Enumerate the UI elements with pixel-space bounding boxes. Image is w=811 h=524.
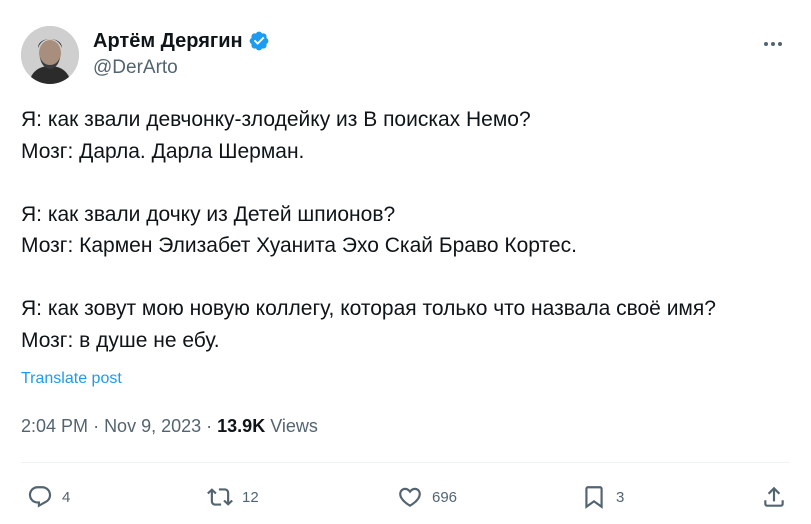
repost-count: 12: [242, 488, 259, 506]
bookmark-button[interactable]: 3: [581, 480, 624, 514]
meta-separator: ·: [206, 416, 218, 436]
meta-separator: ·: [93, 416, 105, 436]
share-button[interactable]: [761, 480, 787, 514]
heart-icon: [399, 487, 421, 507]
avatar[interactable]: [21, 26, 79, 84]
name-row: Артём Дерягин: [93, 29, 270, 53]
tweet-header: Артём Дерягин @DerArto: [21, 26, 270, 84]
reply-icon: [28, 486, 52, 508]
views-label: Views: [270, 416, 318, 436]
like-button[interactable]: 696: [397, 480, 457, 514]
tweet-text: Я: как звали девчонку-злодейку из В поис…: [21, 104, 791, 356]
tweet-meta: 2:04 PM · Nov 9, 2023 · 13.9K Views: [21, 416, 318, 437]
action-bar: 4 12 696 3: [21, 480, 790, 514]
verified-badge-icon[interactable]: [248, 30, 270, 52]
tweet-line: Я: как звали дочку из Детей шпионов?: [21, 202, 396, 226]
author-handle[interactable]: @DerArto: [93, 55, 270, 81]
tweet-date[interactable]: Nov 9, 2023: [104, 416, 201, 436]
author-display-name[interactable]: Артём Дерягин: [93, 29, 243, 53]
divider: [21, 462, 790, 463]
bookmark-icon: [585, 486, 603, 509]
reply-count: 4: [62, 488, 71, 506]
views-count: 13.9K: [217, 416, 271, 436]
repost-icon: [207, 488, 233, 506]
translate-post-link[interactable]: Translate post: [21, 370, 122, 388]
tweet-line: Мозг: Кармен Элизабет Хуанита Эхо Скай Б…: [21, 234, 577, 257]
tweet: Артём Дерягин @DerArto Я: как звали девч…: [0, 0, 811, 524]
tweet-line: Мозг: в душе не ебу.: [21, 328, 220, 352]
tweet-line: Я: как зовут мою новую коллегу, которая …: [21, 297, 716, 320]
like-count: 696: [432, 488, 458, 506]
avatar-photo-icon: [21, 26, 79, 84]
more-options-icon[interactable]: [759, 32, 787, 56]
repost-button[interactable]: 12: [207, 480, 259, 514]
tweet-time[interactable]: 2:04 PM: [21, 416, 88, 436]
author-names: Артём Дерягин @DerArto: [93, 29, 270, 81]
tweet-line: Я: как звали девчонку-злодейку из В поис…: [21, 108, 531, 131]
bookmark-count: 3: [616, 488, 625, 506]
share-icon: [764, 486, 784, 507]
reply-button[interactable]: 4: [27, 480, 70, 514]
tweet-line: Мозг: Дарла. Дарла Шерман.: [21, 139, 305, 163]
